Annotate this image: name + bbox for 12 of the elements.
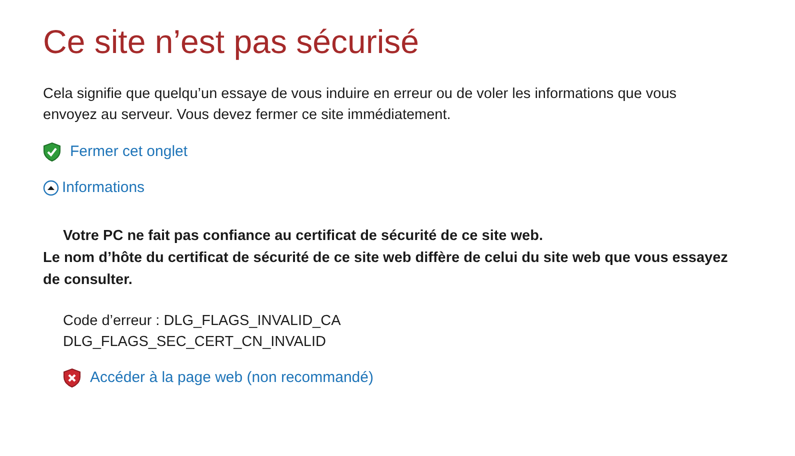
proceed-link[interactable]: Accéder à la page web (non recommandé) [90, 367, 374, 390]
error-code: Code d’erreur : DLG_FLAGS_INVALID_CA [63, 312, 342, 331]
details-toggle[interactable]: Informations [43, 176, 145, 199]
shield-check-icon [43, 142, 61, 162]
details-explanation: Le nom d’hôte du certificat de sécurité de ce site web diffère de celui du site web que vous essayez de consulter. [43, 249, 729, 290]
error-code: DLG_FLAGS_SEC_CERT_CN_INVALID [63, 333, 327, 352]
close-tab-link[interactable]: Fermer cet onglet [70, 141, 188, 164]
page-title: Ce site n’est pas sécurisé [43, 22, 420, 62]
shield-x-icon [63, 368, 81, 388]
details-heading: Votre PC ne fait pas confiance au certificat de sécurité de ce site web. [62, 227, 544, 246]
chevron-up-icon [43, 180, 59, 196]
warning-description: Cela signifie que quelqu’un essaye de vous induire en erreur ou de voler les informations que vous envoyez au serveur. Vous devez fermer ce site immédiatement. [43, 85, 678, 125]
